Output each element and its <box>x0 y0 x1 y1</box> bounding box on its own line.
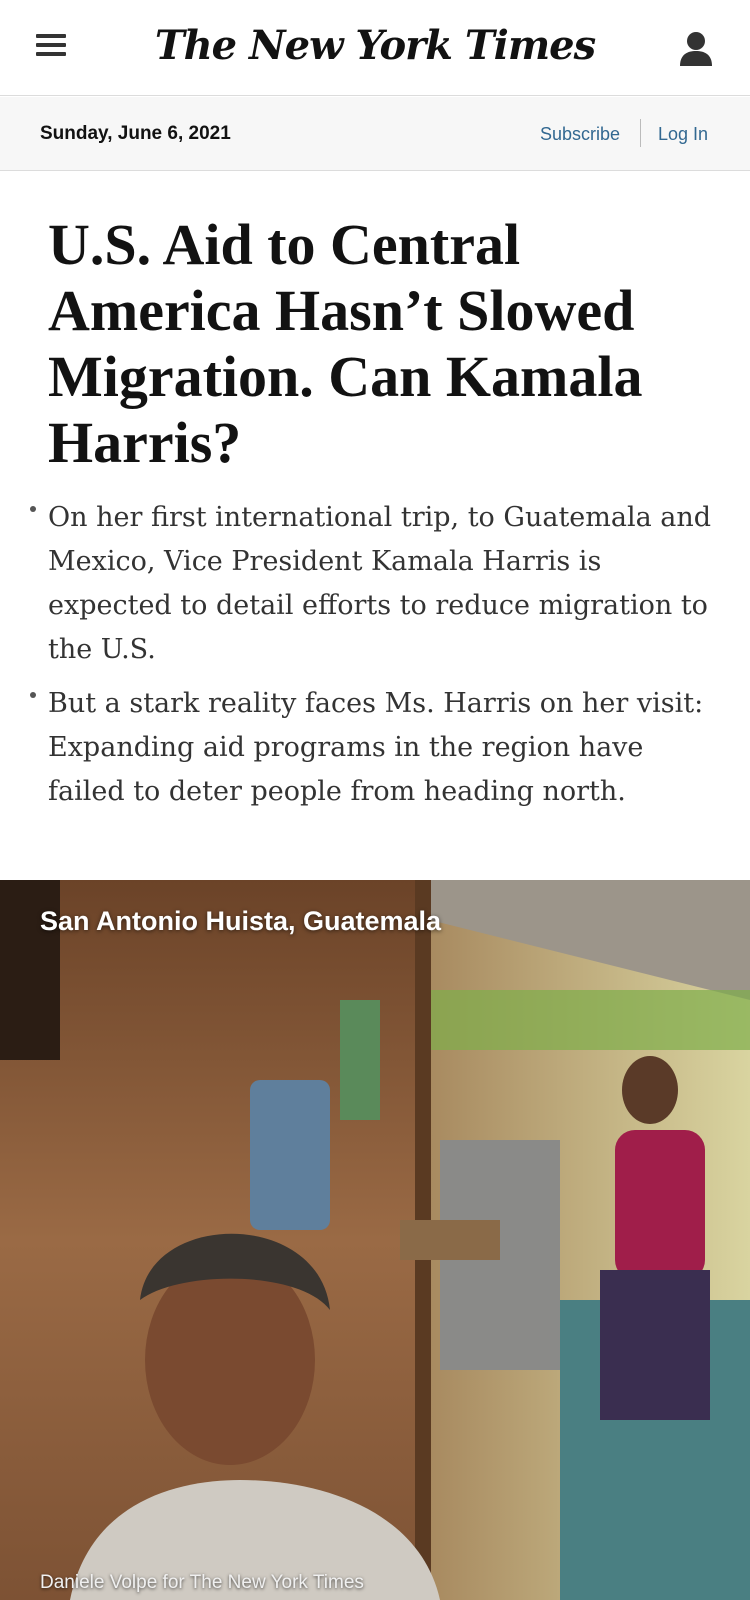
summary-text: On her first international trip, to Guat… <box>48 502 712 665</box>
summary-item: On her first international trip, to Guat… <box>30 496 720 672</box>
summary-item: But a stark reality faces Ms. Harris on … <box>30 682 720 814</box>
login-link[interactable]: Log In <box>658 124 708 145</box>
divider <box>640 119 641 147</box>
bullet-icon <box>30 506 36 512</box>
article-summary: On her first international trip, to Guat… <box>30 496 720 824</box>
subscribe-link[interactable]: Subscribe <box>540 124 620 145</box>
article-headline[interactable]: U.S. Aid to Central America Hasn’t Slowe… <box>48 212 708 476</box>
site-header: The New York Times <box>0 0 750 96</box>
user-account-icon <box>680 32 712 66</box>
date-bar: Sunday, June 6, 2021 Subscribe Log In <box>0 97 750 171</box>
lead-image[interactable]: San Antonio Huista, Guatemala Daniele Vo… <box>0 880 750 1600</box>
lead-photo <box>0 880 750 1600</box>
site-logo[interactable]: The New York Times <box>0 22 750 69</box>
photo-location: San Antonio Huista, Guatemala <box>40 906 442 936</box>
bullet-icon <box>30 692 36 698</box>
summary-text: But a stark reality faces Ms. Harris on … <box>48 688 704 807</box>
account-button[interactable] <box>678 30 714 68</box>
current-date: Sunday, June 6, 2021 <box>40 123 231 144</box>
photo-credit: Daniele Volpe for The New York Times <box>40 1572 364 1593</box>
